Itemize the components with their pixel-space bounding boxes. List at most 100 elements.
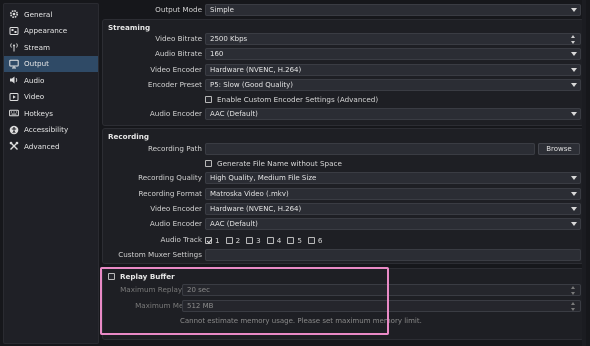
streaming-video-encoder-select[interactable]: Hardware (NVENC, H.264) (205, 64, 581, 76)
audio-track-checkbox[interactable] (307, 236, 315, 244)
audio-track-number: 6 (317, 235, 323, 245)
streaming-title: Streaming (108, 23, 151, 32)
recording-video-encoder-label: Video Encoder (150, 204, 202, 213)
audio-track-checkbox[interactable] (205, 236, 212, 244)
audio-track-number: 5 (297, 235, 302, 245)
spinner-icon[interactable] (571, 286, 577, 295)
audio-track-checkbox[interactable] (287, 236, 295, 244)
sidebar-item-appearance[interactable]: Appearance (4, 23, 98, 40)
audio-track-checkbox[interactable] (266, 236, 274, 244)
accessibility-icon (9, 125, 19, 135)
memory-warning-text: Cannot estimate memory usage. Please set… (180, 317, 422, 325)
video-bitrate-label: Video Bitrate (155, 34, 202, 43)
recording-audio-encoder-value: AAC (Default) (210, 220, 258, 228)
audio-bitrate-row: Audio Bitrate 160 (102, 47, 584, 61)
audio-bitrate-select[interactable]: 160 (205, 48, 581, 60)
browse-button[interactable]: Browse (538, 143, 580, 155)
sidebar-item-output[interactable]: Output (4, 55, 98, 72)
chevron-down-icon (571, 207, 577, 211)
audio-track-checkbox[interactable] (246, 236, 254, 244)
recording-path-row: Recording Path Browse (102, 142, 584, 156)
audio-track-5[interactable]: 5 (287, 236, 302, 245)
recording-format-select[interactable]: Matroska Video (.mkv) (205, 188, 581, 200)
audio-track-1[interactable]: 1 (205, 236, 220, 245)
sidebar-item-advanced[interactable]: Advanced (4, 138, 98, 155)
audio-track-3[interactable]: 3 (246, 236, 261, 245)
recording-path-label: Recording Path (147, 144, 202, 153)
gen-filename-checkbox-row[interactable]: Generate File Name without Space (205, 157, 342, 171)
encoder-preset-label: Encoder Preset (147, 80, 202, 89)
replay-buffer-checkbox[interactable] (108, 272, 115, 280)
replay-buffer-checkbox-row[interactable]: Replay Buffer (108, 270, 175, 284)
recording-audio-encoder-select[interactable]: AAC (Default) (205, 218, 581, 230)
encoder-preset-row: Encoder Preset P5: Slow (Good Quality) (102, 78, 584, 92)
recording-audio-encoder-row: Audio Encoder AAC (Default) (102, 217, 584, 231)
monitor-icon (9, 59, 19, 69)
output-mode-row: Output Mode Simple (102, 3, 584, 17)
gear-icon (9, 9, 19, 19)
tools-icon (9, 141, 19, 151)
audio-track-checkbox[interactable] (225, 236, 233, 244)
recording-format-row: Recording Format Matroska Video (.mkv) (102, 187, 584, 201)
max-replay-time-spinbox[interactable]: 20 sec (182, 284, 581, 296)
streaming-audio-encoder-label: Audio Encoder (149, 109, 202, 118)
recording-quality-row: Recording Quality High Quality, Medium F… (102, 171, 584, 185)
sidebar-item-label: Hotkeys (24, 108, 53, 118)
max-memory-row: Maximum Memory 512 MB (102, 299, 584, 313)
recording-video-encoder-select[interactable]: Hardware (NVENC, H.264) (205, 203, 581, 215)
streaming-video-encoder-label: Video Encoder (150, 65, 202, 74)
sidebar-item-stream[interactable]: Stream (4, 39, 98, 56)
output-mode-label: Output Mode (155, 5, 202, 14)
audio-track-checkboxes: 1 2 3 4 5 6 (205, 233, 328, 247)
custom-encoder-checkbox-row[interactable]: Enable Custom Encoder Settings (Advanced… (205, 93, 378, 107)
speaker-icon (9, 75, 19, 85)
chevron-down-icon (571, 176, 577, 180)
audio-track-6[interactable]: 6 (307, 235, 323, 245)
audio-track-2[interactable]: 2 (225, 235, 241, 245)
muxer-input[interactable] (205, 249, 581, 261)
sidebar-item-label: Appearance (24, 26, 68, 36)
custom-encoder-checkbox[interactable] (205, 95, 212, 103)
sidebar-item-audio[interactable]: Audio (4, 72, 98, 89)
spinner-icon[interactable] (571, 35, 577, 44)
sidebar-item-label: Accessibility (24, 125, 69, 135)
streaming-video-encoder-value: Hardware (NVENC, H.264) (210, 66, 302, 74)
spinner-icon[interactable] (571, 302, 577, 311)
recording-path-input[interactable] (205, 143, 535, 155)
max-memory-spinbox[interactable]: 512 MB (182, 300, 581, 312)
gen-filename-checkbox[interactable] (205, 159, 212, 167)
max-replay-time-value: 20 sec (187, 286, 210, 294)
sidebar-item-label: Stream (24, 42, 51, 52)
sidebar-item-label: Output (24, 59, 49, 69)
streaming-video-encoder-row: Video Encoder Hardware (NVENC, H.264) (102, 63, 584, 77)
palette-icon (9, 26, 19, 36)
recording-format-label: Recording Format (138, 189, 202, 198)
output-mode-select[interactable]: Simple (205, 4, 581, 16)
recording-title: Recording (108, 132, 150, 141)
audio-track-number: 4 (276, 235, 282, 245)
vertical-scrollbar[interactable] (582, 0, 586, 346)
recording-quality-label: Recording Quality (138, 173, 202, 182)
encoder-preset-value: P5: Slow (Good Quality) (210, 81, 294, 89)
audio-track-4[interactable]: 4 (266, 235, 282, 245)
sidebar-item-video[interactable]: Video (4, 89, 98, 106)
video-bitrate-spinbox[interactable]: 2500 Kbps (205, 33, 581, 45)
recording-format-value: Matroska Video (.mkv) (210, 190, 289, 198)
sidebar-item-label: Advanced (24, 141, 60, 151)
sidebar-item-hotkeys[interactable]: Hotkeys (4, 105, 98, 122)
muxer-label: Custom Muxer Settings (118, 250, 202, 259)
sidebar-item-accessibility[interactable]: Accessibility (4, 122, 98, 139)
audio-track-label: Audio Track (160, 235, 202, 244)
chevron-down-icon (571, 192, 577, 196)
encoder-preset-select[interactable]: P5: Slow (Good Quality) (205, 79, 581, 91)
video-bitrate-value: 2500 Kbps (210, 35, 248, 43)
sidebar-item-general[interactable]: General (4, 6, 98, 23)
chevron-down-icon (571, 112, 577, 116)
sidebar-item-label: General (24, 9, 53, 19)
audio-track-number: 2 (235, 235, 241, 245)
recording-quality-select[interactable]: High Quality, Medium File Size (205, 172, 581, 184)
streaming-audio-encoder-select[interactable]: AAC (Default) (205, 108, 581, 120)
video-icon (9, 92, 19, 102)
video-bitrate-row: Video Bitrate 2500 Kbps (102, 32, 584, 46)
max-replay-time-row: Maximum Replay Time 20 sec (102, 283, 584, 297)
